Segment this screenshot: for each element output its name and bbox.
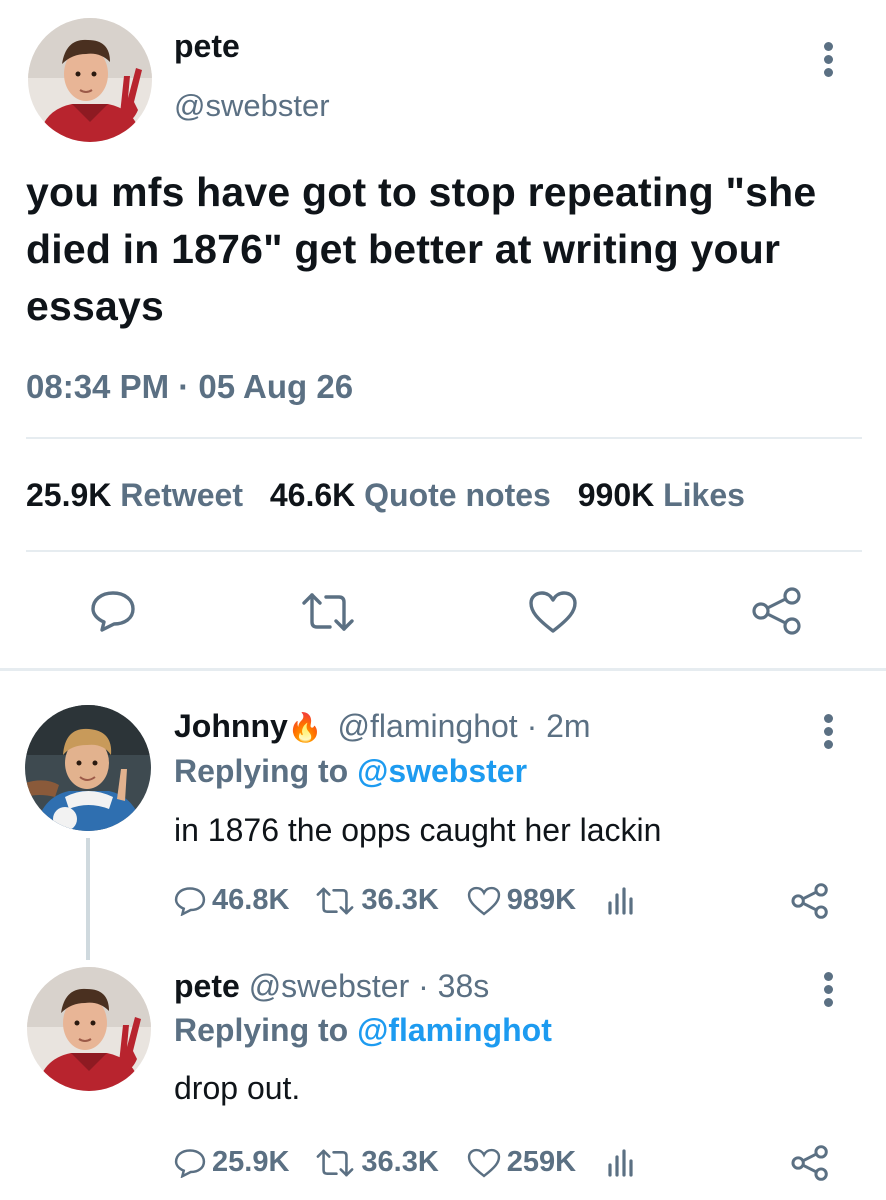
- share-icon[interactable]: [790, 882, 830, 920]
- divider: [26, 550, 862, 552]
- thread-line: [86, 838, 90, 960]
- retweet-button[interactable]: 36.3K: [315, 1146, 439, 1179]
- replying-to-handle[interactable]: @swebster: [357, 753, 527, 789]
- like-button[interactable]: 259K: [467, 1146, 576, 1179]
- retweet-count: 25.9K: [26, 477, 112, 513]
- reply-author-name[interactable]: pete: [174, 968, 240, 1004]
- share-icon[interactable]: [750, 586, 804, 636]
- author-avatar[interactable]: [28, 18, 152, 142]
- reply-count: 25.9K: [212, 1146, 290, 1178]
- quote-stat[interactable]: 46.6K Quote notes: [270, 477, 560, 513]
- like-count: 259K: [506, 1146, 577, 1178]
- fire-emoji-icon: 🔥: [287, 712, 323, 743]
- analytics-button[interactable]: [606, 886, 642, 915]
- like-count: 989K: [506, 884, 577, 916]
- like-icon[interactable]: [528, 590, 578, 634]
- reply-avatar[interactable]: [27, 967, 151, 1091]
- reply-count: 46.8K: [212, 884, 290, 916]
- retweet-stat[interactable]: 25.9K Retweet: [26, 477, 252, 513]
- like-icon: [467, 1148, 500, 1177]
- replying-to-handle[interactable]: @flaminghot: [357, 1012, 552, 1048]
- retweet-count: 36.3K: [361, 884, 439, 916]
- share-icon[interactable]: [790, 1144, 830, 1182]
- reply-action-bar: 25.9K 36.3K 259K: [174, 1146, 834, 1179]
- likes-label: Likes: [663, 477, 745, 513]
- reply-action-bar: 46.8K 36.3K 989K: [174, 884, 834, 917]
- analytics-icon: [608, 886, 633, 915]
- reply-icon: [174, 886, 206, 916]
- retweet-count: 36.3K: [361, 1146, 439, 1178]
- reply-avatar[interactable]: [25, 705, 151, 831]
- retweet-button[interactable]: 36.3K: [315, 884, 439, 917]
- reply-author-handle-time[interactable]: @swebster · 38s: [249, 968, 490, 1004]
- reply-button[interactable]: 46.8K: [174, 884, 289, 917]
- reply-header: Johnny🔥 @flaminghot · 2m: [174, 708, 591, 745]
- replying-to: Replying to @flaminghot: [174, 1012, 552, 1049]
- likes-count: 990K: [577, 477, 655, 513]
- reply-text: in 1876 the opps caught her lackin: [174, 812, 662, 848]
- reply-icon: [174, 1148, 206, 1178]
- like-icon: [467, 886, 500, 915]
- retweet-icon[interactable]: [300, 592, 356, 632]
- author-name[interactable]: pete: [174, 28, 240, 65]
- tweet-text: you mfs have got to stop repeating "she …: [26, 169, 817, 329]
- reply-author-handle-time[interactable]: @flaminghot · 2m: [338, 708, 591, 744]
- replying-to: Replying to @swebster: [174, 753, 527, 790]
- retweet-icon: [316, 1149, 354, 1176]
- reply-text: drop out.: [174, 1070, 301, 1106]
- retweet-label: Retweet: [120, 477, 243, 513]
- replying-to-label: Replying to: [174, 753, 349, 789]
- like-button[interactable]: 989K: [467, 884, 576, 917]
- reply-icon[interactable]: [90, 590, 136, 632]
- more-options-icon[interactable]: [821, 714, 835, 753]
- engagement-stats: 25.9K Retweet 46.6K Quote notes 990K Lik…: [26, 477, 745, 514]
- analytics-icon: [608, 1148, 633, 1177]
- more-options-icon[interactable]: [821, 42, 835, 81]
- more-options-icon[interactable]: [821, 972, 835, 1011]
- quote-count: 46.6K: [269, 477, 356, 513]
- quote-label: Quote notes: [364, 477, 551, 513]
- reply-author-name[interactable]: Johnny: [174, 708, 288, 744]
- divider: [26, 437, 862, 439]
- likes-stat[interactable]: 990K Likes: [578, 477, 745, 513]
- reply-button[interactable]: 25.9K: [174, 1146, 289, 1179]
- reply-header: pete @swebster · 38s: [174, 968, 489, 1005]
- author-handle[interactable]: @swebster: [174, 88, 330, 124]
- replying-to-label: Replying to: [174, 1012, 349, 1048]
- tweet-timestamp[interactable]: 08:34 PM · 05 Aug 26: [26, 368, 353, 406]
- retweet-icon: [316, 887, 354, 914]
- analytics-button[interactable]: [606, 1148, 642, 1177]
- divider: [0, 668, 886, 671]
